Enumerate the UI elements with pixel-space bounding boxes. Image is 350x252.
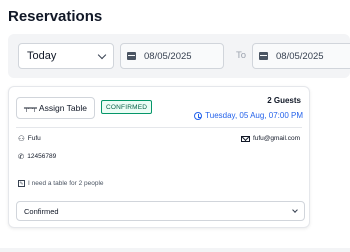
status-select[interactable]: Confirmed [16, 201, 305, 221]
chevron-down-icon [292, 207, 298, 213]
date-to-field[interactable]: 08/05/2025 [252, 43, 350, 69]
email-row: fufu@gmail.com [240, 135, 300, 142]
guest-count: 2 Guests [267, 96, 301, 105]
date-to-value: 08/05/2025 [276, 50, 324, 62]
phone-icon: ✆ [18, 152, 25, 161]
reservation-datetime: Tuesday, 05 Aug, 07:00 PM [194, 111, 303, 120]
guest-phone: 12456789 [27, 153, 57, 161]
status-badge: CONFIRMED [101, 100, 153, 114]
guest-note: I need a table for 2 people [28, 180, 104, 187]
page-title: Reservations [8, 8, 103, 25]
guest-name: Fufu [27, 135, 41, 143]
bottom-strip [0, 248, 350, 252]
guest-email: fufu@gmail.com [252, 135, 300, 142]
table-icon: ╤═╤ [24, 104, 37, 112]
users-icon: ⚇ [18, 134, 25, 143]
date-from-value: 08/05/2025 [144, 50, 192, 62]
divider [16, 127, 302, 128]
guest-name-row: ⚇ Fufu [18, 135, 41, 143]
phone-row: ✆ 12456789 [18, 153, 56, 161]
to-label: To [236, 50, 247, 61]
reservation-card: ╤═╤ Assign Table CONFIRMED 2 Guests Tues… [8, 86, 310, 228]
reservation-datetime-value: Tuesday, 05 Aug, 07:00 PM [205, 111, 303, 120]
period-select-value: Today [27, 50, 57, 62]
note-row: ✎ I need a table for 2 people [18, 180, 104, 187]
calendar-icon [127, 52, 136, 60]
assign-table-label: Assign Table [38, 103, 87, 113]
assign-table-button[interactable]: ╤═╤ Assign Table [16, 97, 95, 119]
date-from-field[interactable]: 08/05/2025 [120, 43, 224, 69]
mail-icon [240, 135, 250, 142]
edit-note-icon: ✎ [18, 180, 25, 187]
filter-bar: Today 08/05/2025 To 08/05/2025 [8, 34, 350, 78]
calendar-icon [259, 52, 268, 60]
period-select[interactable]: Today [18, 43, 114, 69]
chevron-down-icon [97, 50, 107, 59]
clock-icon [194, 111, 203, 120]
status-select-value: Confirmed [24, 206, 59, 216]
